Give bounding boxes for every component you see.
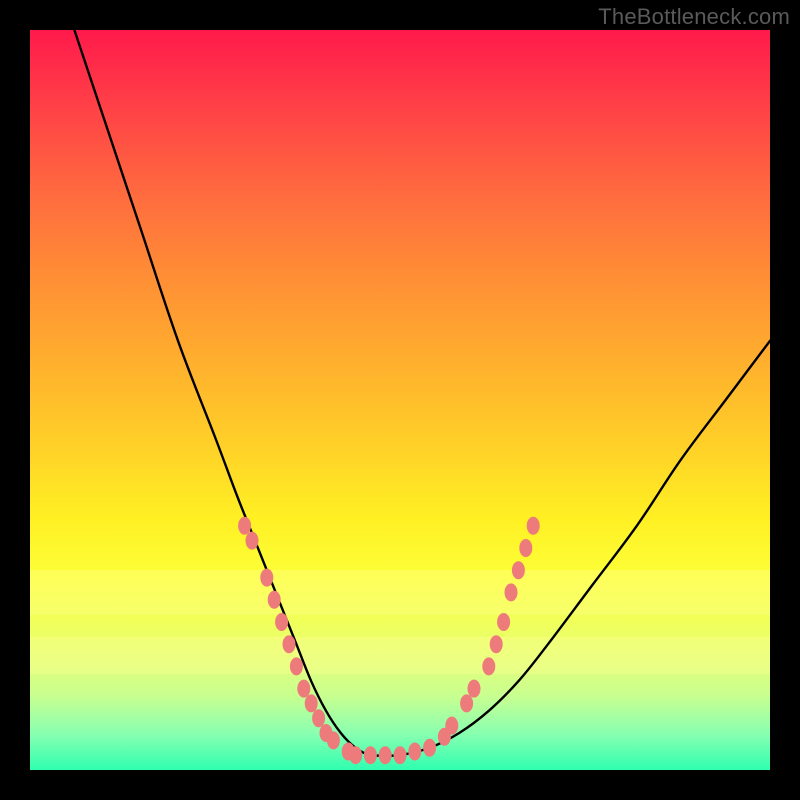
curve-marker [512,561,525,579]
curve-marker [246,532,259,550]
curve-marker [305,694,318,712]
curve-marker [468,680,481,698]
curve-marker [497,613,510,631]
curve-marker [312,709,325,727]
curve-marker [394,746,407,764]
curve-marker [364,746,377,764]
attribution-text: TheBottleneck.com [598,4,790,30]
curve-marker [408,743,421,761]
curve-marker [527,517,540,535]
curve-marker [505,583,518,601]
bottleneck-curve [74,30,770,756]
curve-marker [268,591,281,609]
curve-marker [379,746,392,764]
marker-group [238,517,540,764]
curve-marker [275,613,288,631]
curve-marker [490,635,503,653]
curve-marker [283,635,296,653]
plot-area [30,30,770,770]
chart-frame: TheBottleneck.com [0,0,800,800]
curve-marker [482,657,495,675]
curve-marker [290,657,303,675]
curve-marker [260,569,273,587]
curve-marker [519,539,532,557]
curve-marker [445,717,458,735]
curve-marker [349,746,362,764]
curve-marker [327,731,340,749]
curve-marker [460,694,473,712]
chart-svg [30,30,770,770]
curve-marker [297,680,310,698]
curve-marker [423,739,436,757]
curve-marker [238,517,251,535]
